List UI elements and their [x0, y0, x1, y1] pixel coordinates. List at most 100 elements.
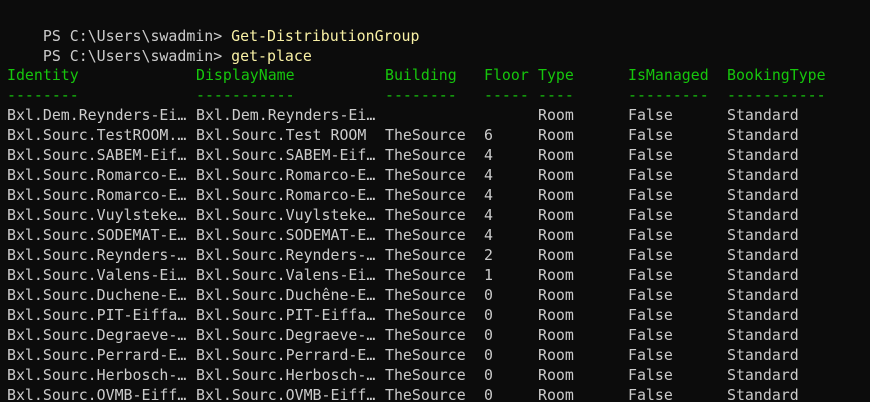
- cell-identity: Bxl.Sourc.OVMB-Eiff…: [7, 386, 187, 402]
- cell-identity: Bxl.Sourc.Herbosch-…: [7, 366, 187, 384]
- command-text: get-place: [231, 47, 312, 65]
- cell-type: Room: [538, 246, 574, 264]
- command-line-2: PS C:\Users\swadmin> get-place: [7, 26, 312, 65]
- cell-ismanaged: False: [628, 226, 673, 244]
- table-row: Bxl.Sourc.PIT-Eiffa… Bxl.Sourc.PIT-Eiffa…: [7, 305, 870, 325]
- cell-ismanaged: False: [628, 366, 673, 384]
- command-line-1: PS C:\Users\swadmin> Get-DistributionGro…: [7, 6, 420, 45]
- cell-building: TheSource: [385, 266, 466, 284]
- table-row: Bxl.Sourc.SABEM-Eif… Bxl.Sourc.SABEM-Eif…: [7, 145, 870, 165]
- cell-ismanaged: False: [628, 306, 673, 324]
- cell-ismanaged: False: [628, 186, 673, 204]
- table-row: Bxl.Sourc.Herbosch-… Bxl.Sourc.Herbosch-…: [7, 365, 870, 385]
- cell-type: Room: [538, 346, 574, 364]
- cell-floor: 4: [484, 166, 493, 184]
- cell-identity: Bxl.Dem.Reynders-Ei…: [7, 106, 187, 124]
- header-underline: -----------: [727, 86, 826, 104]
- column-header-displayname: DisplayName: [196, 66, 295, 84]
- table-header-row: Identity DisplayName Building Floor Type…: [7, 65, 870, 85]
- cell-bookingtype: Standard: [727, 146, 799, 164]
- cell-bookingtype: Standard: [727, 106, 799, 124]
- prompt: PS C:\Users\swadmin>: [42, 47, 232, 65]
- cell-ismanaged: False: [628, 166, 673, 184]
- cell-ismanaged: False: [628, 106, 673, 124]
- cell-identity: Bxl.Sourc.SABEM-Eif…: [7, 146, 187, 164]
- cell-identity: Bxl.Sourc.Perrard-E…: [7, 346, 187, 364]
- cell-type: Room: [538, 206, 574, 224]
- cell-ismanaged: False: [628, 146, 673, 164]
- cell-identity: Bxl.Sourc.Valens-Ei…: [7, 266, 187, 284]
- cell-displayname: Bxl.Sourc.Romarco-E…: [196, 166, 376, 184]
- header-underline: --------: [7, 86, 79, 104]
- cell-building: TheSource: [385, 346, 466, 364]
- cell-floor: 0: [484, 346, 493, 364]
- cell-bookingtype: Standard: [727, 186, 799, 204]
- table-row: Bxl.Sourc.Reynders-… Bxl.Sourc.Reynders-…: [7, 245, 870, 265]
- cell-displayname: Bxl.Sourc.Test ROOM: [196, 126, 367, 144]
- cell-type: Room: [538, 306, 574, 324]
- cell-floor: 0: [484, 286, 493, 304]
- cell-bookingtype: Standard: [727, 286, 799, 304]
- cell-type: Room: [538, 106, 574, 124]
- table-row: Bxl.Sourc.Romarco-E… Bxl.Sourc.Romarco-E…: [7, 165, 870, 185]
- table-row: Bxl.Sourc.OVMB-Eiff… Bxl.Sourc.OVMB-Eiff…: [7, 385, 870, 402]
- cell-ismanaged: False: [628, 286, 673, 304]
- cell-bookingtype: Standard: [727, 166, 799, 184]
- cell-identity: Bxl.Sourc.Degraeve-…: [7, 326, 187, 344]
- table-row: Bxl.Dem.Reynders-Ei… Bxl.Dem.Reynders-Ei…: [7, 105, 870, 125]
- cell-floor: 4: [484, 146, 493, 164]
- header-underline: -----------: [196, 86, 295, 104]
- table-header-underline: -------- ----------- -------- ----- ----…: [7, 85, 870, 105]
- cell-type: Room: [538, 366, 574, 384]
- cell-displayname: Bxl.Sourc.Reynders-…: [196, 246, 376, 264]
- table-row: Bxl.Sourc.TestROOM.… Bxl.Sourc.Test ROOM…: [7, 125, 870, 145]
- column-header-building: Building: [385, 66, 457, 84]
- cell-identity: Bxl.Sourc.TestROOM.…: [7, 126, 187, 144]
- cell-ismanaged: False: [628, 346, 673, 364]
- column-header-type: Type: [538, 66, 574, 84]
- cell-floor: 0: [484, 386, 493, 402]
- cell-building: TheSource: [385, 206, 466, 224]
- cell-building: TheSource: [385, 386, 466, 402]
- cell-displayname: Bxl.Sourc.SABEM-Eif…: [196, 146, 376, 164]
- cell-building: TheSource: [385, 186, 466, 204]
- cell-floor: 0: [484, 326, 493, 344]
- cell-identity: Bxl.Sourc.Duchene-E…: [7, 286, 187, 304]
- powershell-console[interactable]: PS C:\Users\swadmin> Get-DistributionGro…: [0, 0, 870, 402]
- table-row: Bxl.Sourc.Valens-Ei… Bxl.Sourc.Valens-Ei…: [7, 265, 870, 285]
- cell-building: TheSource: [385, 226, 466, 244]
- cell-bookingtype: Standard: [727, 206, 799, 224]
- table-row: Bxl.Sourc.Vuylsteke… Bxl.Sourc.Vuylsteke…: [7, 205, 870, 225]
- cell-building: TheSource: [385, 146, 466, 164]
- table-row: Bxl.Sourc.Degraeve-… Bxl.Sourc.Degraeve-…: [7, 325, 870, 345]
- cell-building: TheSource: [385, 326, 466, 344]
- table-row: Bxl.Sourc.SODEMAT-E… Bxl.Sourc.SODEMAT-E…: [7, 225, 870, 245]
- cell-displayname: Bxl.Sourc.OVMB-Eiff…: [196, 386, 376, 402]
- cell-bookingtype: Standard: [727, 126, 799, 144]
- table-row: Bxl.Sourc.Romarco-E… Bxl.Sourc.Romarco-E…: [7, 185, 870, 205]
- cell-type: Room: [538, 126, 574, 144]
- cell-identity: Bxl.Sourc.SODEMAT-E…: [7, 226, 187, 244]
- header-underline: ---------: [628, 86, 709, 104]
- cell-displayname: Bxl.Sourc.Perrard-E…: [196, 346, 376, 364]
- cell-building: TheSource: [385, 126, 466, 144]
- table-row: Bxl.Sourc.Duchene-E… Bxl.Sourc.Duchêne-E…: [7, 285, 870, 305]
- cell-displayname: Bxl.Sourc.Valens-Ei…: [196, 266, 376, 284]
- cell-ismanaged: False: [628, 266, 673, 284]
- cell-displayname: Bxl.Sourc.Romarco-E…: [196, 186, 376, 204]
- cell-bookingtype: Standard: [727, 246, 799, 264]
- cell-ismanaged: False: [628, 246, 673, 264]
- cell-type: Room: [538, 226, 574, 244]
- cell-bookingtype: Standard: [727, 346, 799, 364]
- column-header-bookingtype: BookingType: [727, 66, 826, 84]
- cell-building: TheSource: [385, 246, 466, 264]
- cell-type: Room: [538, 166, 574, 184]
- cell-type: Room: [538, 186, 574, 204]
- cell-floor: 1: [484, 266, 493, 284]
- cell-displayname: Bxl.Sourc.Herbosch-…: [196, 366, 376, 384]
- cell-ismanaged: False: [628, 206, 673, 224]
- cell-displayname: Bxl.Sourc.SODEMAT-E…: [196, 226, 376, 244]
- table-row: Bxl.Sourc.Perrard-E… Bxl.Sourc.Perrard-E…: [7, 345, 870, 365]
- cell-displayname: Bxl.Sourc.Degraeve-…: [196, 326, 376, 344]
- column-header-identity: Identity: [7, 66, 79, 84]
